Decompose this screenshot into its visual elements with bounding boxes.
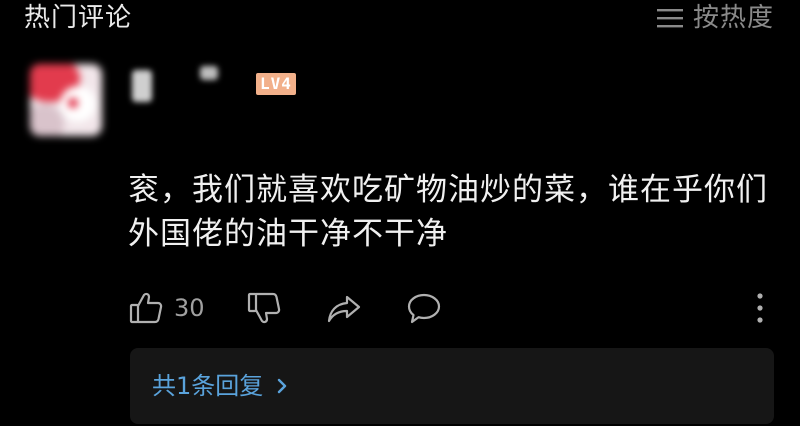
menu-lines-icon [656, 9, 683, 28]
comment-actions: 30 [128, 288, 773, 328]
dislike-button[interactable] [246, 288, 282, 328]
sort-by-popularity-button[interactable]: 按热度 [656, 2, 774, 34]
hot-comments-panel: 热门评论 按热度 LV4 衮，我们就喜欢吃矿物油炒的菜，谁在乎你们外国佬的油干净… [0, 0, 800, 426]
sort-label: 按热度 [692, 3, 774, 33]
thumbs-down-icon [247, 292, 281, 324]
level-badge: LV4 [256, 73, 296, 95]
like-button[interactable]: 30 [128, 288, 205, 328]
more-options-button[interactable] [742, 288, 778, 328]
reply-button[interactable] [406, 288, 442, 328]
share-button[interactable] [326, 288, 362, 328]
username-redacted[interactable] [128, 66, 228, 102]
view-replies-link[interactable]: 共1条回复 [152, 370, 289, 402]
comment-bubble-icon [407, 293, 441, 324]
avatar[interactable] [30, 64, 102, 136]
replies-panel[interactable]: 共1条回复 [130, 348, 774, 424]
thumbs-up-icon [129, 292, 163, 324]
share-icon [327, 295, 361, 323]
more-vertical-icon [757, 293, 763, 323]
comment-body: 衮，我们就喜欢吃矿物油炒的菜，谁在乎你们外国佬的油干净不干净 [128, 172, 768, 252]
section-title: 热门评论 [24, 3, 133, 33]
like-count: 30 [174, 294, 205, 322]
chevron-right-icon [278, 378, 287, 394]
replies-count-label: 共1条回复 [152, 372, 264, 400]
